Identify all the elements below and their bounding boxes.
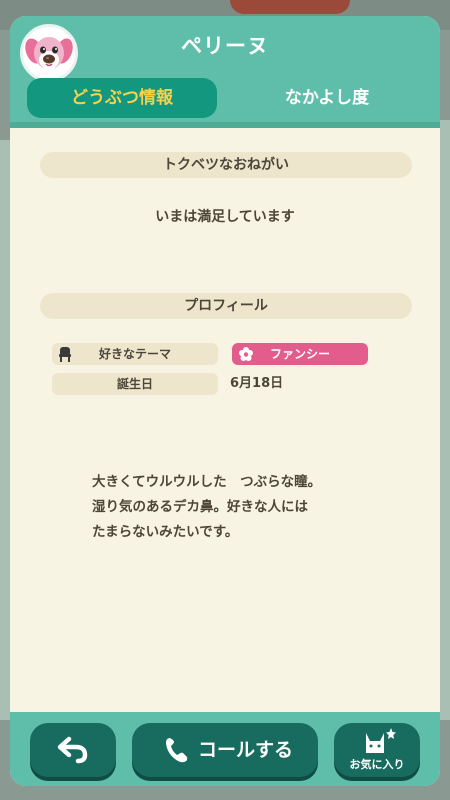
bio-line: 湿り気のあるデカ鼻。好きな人には [92,499,308,515]
header-divider [10,122,440,128]
villager-info-panel: ペリーヌ どうぶつ情報 なかよし度 トクベツなおねがい いまは満足しています プ… [10,16,440,786]
tab-animal-info[interactable]: どうぶつ情報 [27,78,217,118]
tab-friendship[interactable]: なかよし度 [232,78,422,118]
back-button[interactable] [30,723,116,777]
bio-line: 大きくてウルウルした つぶらな瞳。 [92,474,322,490]
theme-label-text: 好きなテーマ [98,347,171,361]
chair-icon [58,346,72,362]
birthday-label: 誕生日 [52,373,218,395]
back-arrow-icon [57,736,89,768]
favorite-button-label: お気に入り [349,758,405,771]
phone-icon [164,736,190,768]
background-roof [230,0,350,14]
theme-value-badge: ファンシー [232,343,368,365]
call-button-label: コールする [198,739,294,761]
call-button[interactable]: コールする [132,723,318,777]
villager-bio: 大きくてウルウルした つぶらな瞳。 湿り気のあるデカ鼻。好きな人には たまらない… [92,470,412,545]
panel-header: ペリーヌ どうぶつ情報 なかよし度 [10,16,440,128]
favorite-button[interactable]: お気に入り [334,723,420,777]
theme-value-text: ファンシー [269,347,330,361]
theme-label: 好きなテーマ [52,343,218,365]
request-heading: トクベツなおねがい [40,152,412,178]
birthday-value: 6月18日 [230,376,284,391]
background-left [0,140,10,720]
footer-bar: コールする お気に入り [10,712,440,786]
bio-line: たまらないみたいです。 [92,524,239,540]
request-status-text: いまは満足しています [155,209,295,225]
villager-avatar-icon [20,24,78,82]
profile-heading: プロフィール [40,293,412,319]
flower-icon [238,346,254,362]
